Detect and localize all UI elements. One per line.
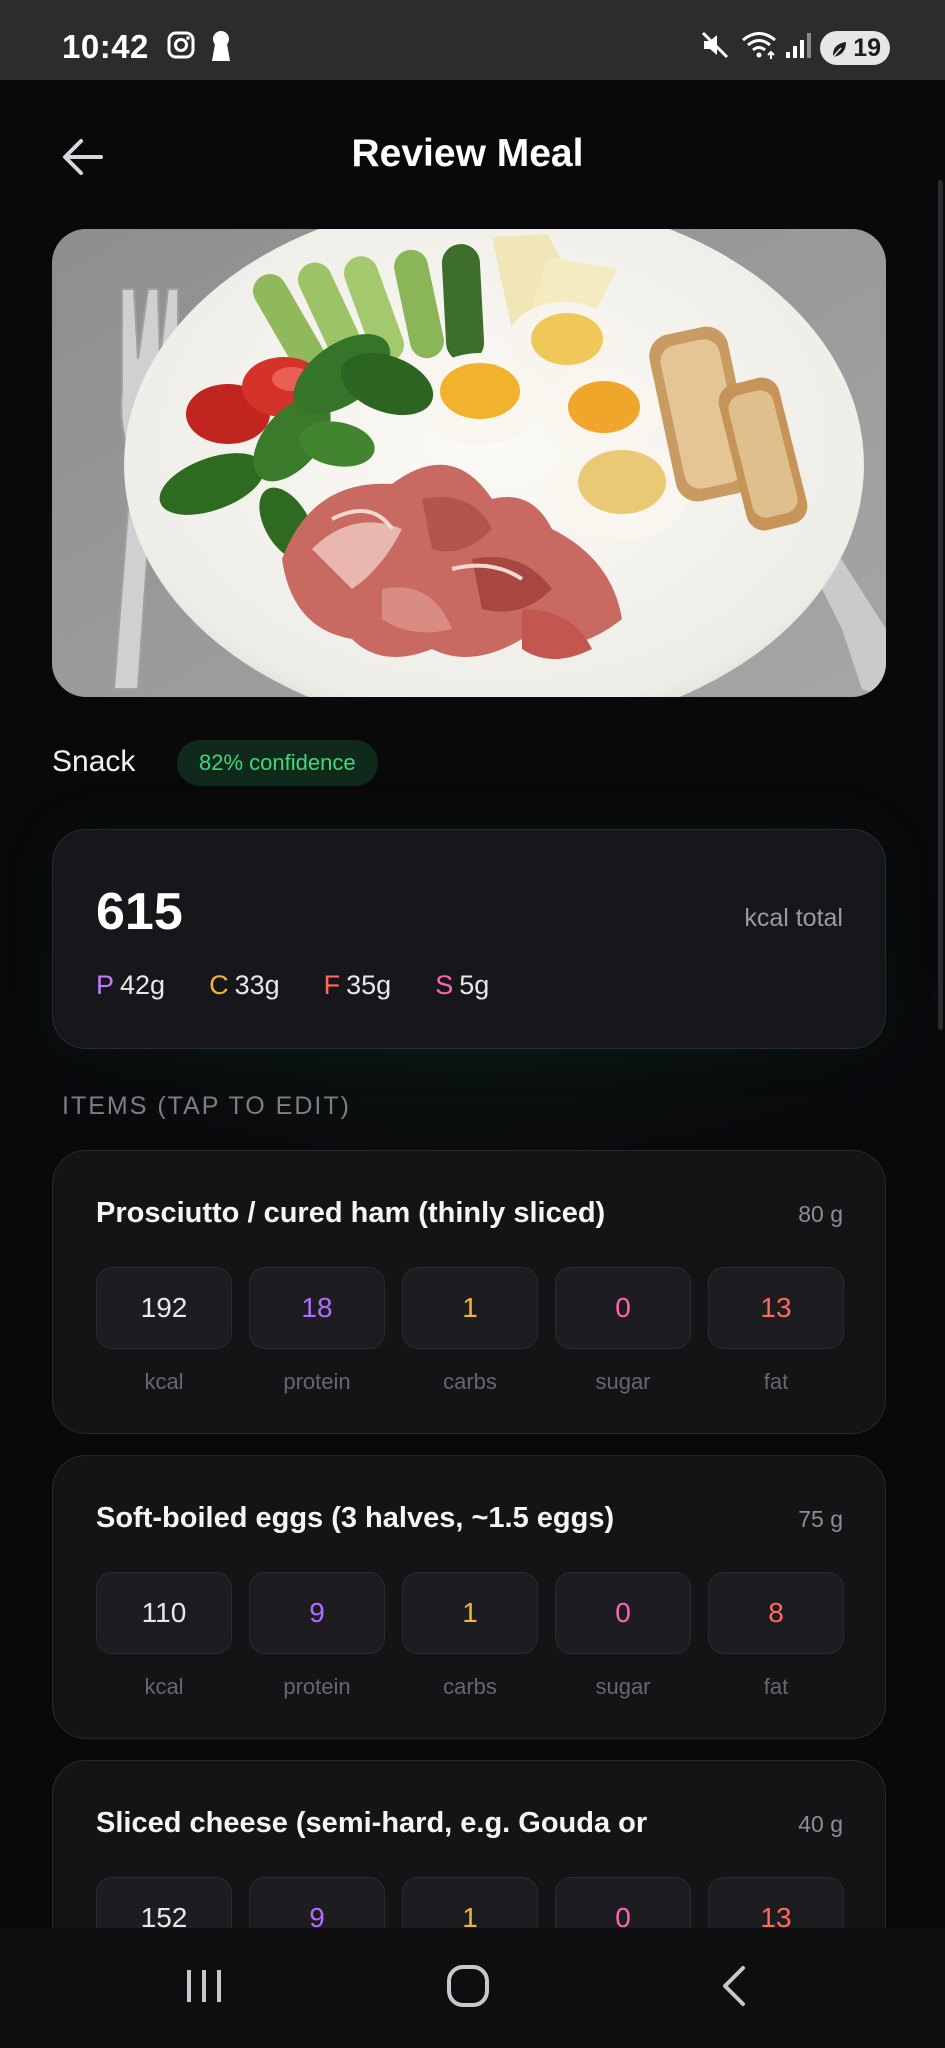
macro-protein: P 42g (96, 970, 165, 1001)
sugar-value[interactable]: 0 (555, 1877, 691, 1928)
total-kcal-unit: kcal total (744, 904, 843, 932)
items-section-label: ITEMS (TAP TO EDIT) (62, 1092, 351, 1120)
battery-level: 19 (853, 33, 881, 62)
macro-carbs-letter: C (209, 970, 229, 1000)
protein-value[interactable]: 18 (249, 1267, 385, 1349)
item-weight: 75 g (798, 1506, 843, 1532)
nav-back-button[interactable] (664, 1928, 804, 2048)
macro-sugar: S 5g (435, 970, 489, 1001)
totals-card: 615 kcal total P 42g C 33g F 35g S 5g (52, 829, 886, 1049)
macro-summary: P 42g C 33g F 35g S 5g (96, 970, 489, 1001)
macro-protein-letter: P (96, 970, 115, 1000)
macro-sugar-letter: S (435, 970, 454, 1000)
meal-photo (52, 229, 886, 697)
item-name: Sliced cheese (semi-hard, e.g. Gouda or (96, 1807, 648, 1839)
fat-label: fat (763, 1674, 789, 1699)
meal-type-label: Snack (52, 745, 136, 778)
battery-saver-icon (830, 38, 848, 67)
kcal-value[interactable]: 110 (96, 1572, 232, 1654)
carbs-value[interactable]: 1 (402, 1267, 538, 1349)
wifi-icon (740, 30, 778, 65)
battery-indicator: 19 (820, 31, 890, 65)
macro-fat-value: 35g (346, 970, 392, 1000)
carbs-label: carbs (443, 1369, 497, 1394)
macro-carbs-value: 33g (234, 970, 280, 1000)
nutrient-row: 152kcal 9protein 1carbs 0sugar 13fat (96, 1877, 844, 1928)
total-kcal: 615 (96, 883, 183, 941)
item-name: Soft-boiled eggs (3 halves, ~1.5 eggs) (96, 1502, 615, 1534)
item-name: Prosciutto / cured ham (thinly sliced) (96, 1197, 606, 1229)
system-nav-bar (0, 1928, 945, 2048)
confidence-badge: 82% confidence (177, 740, 378, 786)
scrollbar[interactable] (938, 180, 943, 1030)
item-card[interactable]: Sliced cheese (semi-hard, e.g. Gouda or … (52, 1760, 886, 1928)
page-title: Review Meal (351, 132, 584, 175)
fat-value[interactable]: 8 (708, 1572, 844, 1654)
recents-button[interactable] (134, 1928, 274, 2048)
protein-value[interactable]: 9 (249, 1877, 385, 1928)
carbs-value[interactable]: 1 (402, 1572, 538, 1654)
sugar-value[interactable]: 0 (555, 1572, 691, 1654)
signal-icon (784, 30, 814, 65)
item-weight: 40 g (798, 1811, 843, 1837)
status-bar: 10:42 19 (0, 0, 945, 80)
home-icon (446, 1964, 490, 2013)
kcal-value[interactable]: 152 (96, 1877, 232, 1928)
sugar-value[interactable]: 0 (555, 1267, 691, 1349)
macro-fat: F 35g (324, 970, 392, 1001)
mute-icon (700, 30, 730, 65)
kcal-label: kcal (144, 1369, 184, 1394)
fat-value[interactable]: 13 (708, 1267, 844, 1349)
status-time: 10:42 (62, 28, 149, 65)
keyhole-icon (210, 30, 232, 67)
protein-value[interactable]: 9 (249, 1572, 385, 1654)
macro-sugar-value: 5g (459, 970, 490, 1000)
recents-icon (184, 1968, 224, 2009)
sugar-label: sugar (595, 1674, 651, 1699)
protein-label: protein (283, 1674, 351, 1699)
item-card[interactable]: Soft-boiled eggs (3 halves, ~1.5 eggs) 7… (52, 1455, 886, 1739)
nutrient-row: 192 kcal 18 protein 1 carbs 0 sugar 13 fat (96, 1267, 844, 1395)
carbs-value[interactable]: 1 (402, 1877, 538, 1928)
macro-fat-letter: F (323, 970, 341, 1000)
item-card[interactable]: Prosciutto / cured ham (thinly sliced) 8… (52, 1150, 886, 1434)
protein-label: protein (283, 1369, 351, 1394)
kcal-label: kcal (144, 1674, 184, 1699)
review-meal-screen: Review Meal Snack 82% confidence 615 kca… (0, 80, 945, 1928)
carbs-label: carbs (443, 1674, 497, 1699)
fat-value[interactable]: 13 (708, 1877, 844, 1928)
instagram-icon (166, 30, 196, 65)
macro-carbs: C 33g (209, 970, 280, 1001)
nutrient-row: 110 kcal 9 protein 1 carbs 0 sugar 8 fat (96, 1572, 844, 1700)
item-weight: 80 g (798, 1201, 843, 1227)
macro-protein-value: 42g (120, 970, 166, 1000)
nav-back-icon (719, 1964, 749, 2013)
home-button[interactable] (398, 1928, 538, 2048)
sugar-label: sugar (595, 1369, 651, 1394)
kcal-value[interactable]: 192 (96, 1267, 232, 1349)
fat-label: fat (763, 1369, 789, 1394)
